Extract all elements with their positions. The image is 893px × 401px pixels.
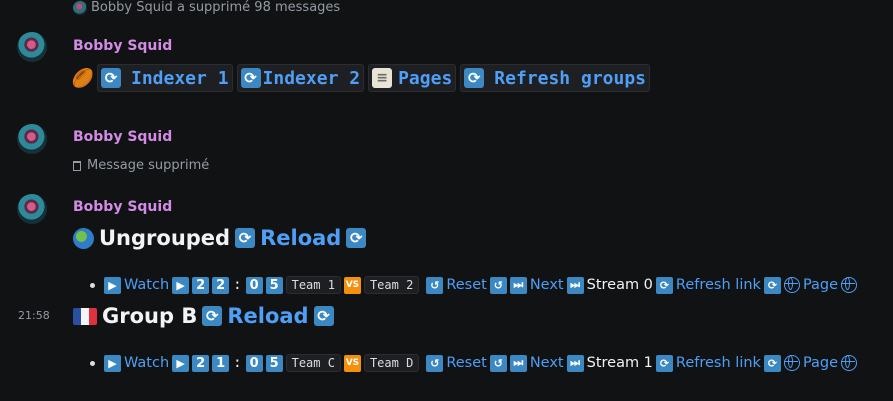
avatar[interactable] bbox=[17, 124, 47, 154]
refresh-link[interactable]: Refresh link bbox=[676, 277, 761, 293]
play-icon: ▶ bbox=[172, 276, 190, 294]
time-digit: 0 bbox=[245, 354, 263, 372]
match-line: ▶ Watch ▶ 2 1 : 0 5 Team C VS Team D ↺ R… bbox=[90, 354, 858, 372]
stream-label: Stream 0 bbox=[586, 277, 653, 293]
author-name[interactable]: Bobby Squid bbox=[73, 199, 172, 215]
avatar[interactable] bbox=[17, 194, 47, 224]
refresh-groups-label: Refresh groups bbox=[494, 67, 646, 89]
time-digit: 5 bbox=[265, 354, 283, 372]
reload-link[interactable]: Reload bbox=[260, 226, 341, 250]
reload-link[interactable]: Reload bbox=[227, 304, 308, 328]
play-icon: ▶ bbox=[104, 354, 121, 372]
refresh-icon: ⟳ bbox=[101, 68, 121, 88]
next-track-icon: ⏭ bbox=[566, 354, 584, 372]
next-track-icon: ⏭ bbox=[509, 354, 527, 372]
indexer-2-button[interactable]: ⟳ Indexer 2 bbox=[236, 64, 365, 92]
next-link[interactable]: Next bbox=[530, 277, 564, 293]
return-arrow-icon: ↺ bbox=[489, 276, 507, 294]
time-digit: 2 bbox=[192, 354, 210, 372]
globe-icon bbox=[841, 355, 858, 371]
globe-icon bbox=[783, 355, 800, 371]
match-line: ▶ Watch ▶ 2 2 : 0 5 Team 1 VS Team 2 ↺ R… bbox=[90, 276, 858, 294]
list-bullet bbox=[90, 282, 95, 288]
system-message-text: Bobby Squid a supprimé 98 messages bbox=[91, 0, 341, 15]
time-digit: 5 bbox=[265, 276, 283, 294]
author-name[interactable]: Bobby Squid bbox=[73, 129, 172, 145]
author-name[interactable]: Bobby Squid bbox=[73, 38, 172, 54]
time-digit: 1 bbox=[212, 354, 230, 372]
refresh-icon: ⟳ bbox=[763, 276, 781, 294]
scroll-icon: ≡ bbox=[372, 68, 393, 88]
system-message: Bobby Squid a supprimé 98 messages bbox=[73, 0, 340, 15]
team-2: Team D bbox=[363, 354, 420, 372]
vs-icon: VS bbox=[343, 354, 361, 372]
message-timestamp: 21:58 bbox=[18, 309, 50, 322]
refresh-icon: ⟳ bbox=[464, 68, 485, 88]
list-bullet bbox=[90, 360, 95, 366]
deleted-message-text: Message supprimé bbox=[87, 158, 210, 173]
group-heading-group-b: Group B ⟳ Reload ⟳ bbox=[73, 304, 334, 328]
next-track-icon: ⏭ bbox=[509, 276, 527, 294]
reset-link[interactable]: Reset bbox=[446, 355, 487, 371]
time-digit: 0 bbox=[245, 276, 263, 294]
time-digit: 2 bbox=[212, 276, 230, 294]
refresh-icon: ⟳ bbox=[655, 276, 673, 294]
mini-avatar bbox=[73, 0, 87, 15]
vs-icon: VS bbox=[343, 276, 361, 294]
indexer-2-label: Indexer 2 bbox=[262, 67, 361, 89]
group-heading-ungrouped: Ungrouped ⟳ Reload ⟳ bbox=[73, 226, 367, 250]
refresh-link[interactable]: Refresh link bbox=[676, 355, 761, 371]
return-arrow-icon: ↺ bbox=[426, 276, 444, 294]
refresh-icon: ⟳ bbox=[763, 354, 781, 372]
return-arrow-icon: ↺ bbox=[426, 354, 444, 372]
refresh-icon: ⟳ bbox=[240, 68, 261, 88]
play-icon: ▶ bbox=[104, 276, 121, 294]
globe-icon bbox=[841, 277, 858, 293]
next-track-icon: ⏭ bbox=[566, 276, 584, 294]
group-title: Ungrouped bbox=[99, 226, 231, 250]
refresh-groups-button[interactable]: ⟳ Refresh groups bbox=[460, 64, 650, 92]
refresh-icon: ⟳ bbox=[346, 228, 367, 248]
deleted-message: Message supprimé bbox=[73, 158, 209, 173]
page-link[interactable]: Page bbox=[803, 277, 838, 293]
next-link[interactable]: Next bbox=[530, 355, 564, 371]
globe-icon bbox=[73, 227, 94, 249]
time-colon: : bbox=[233, 277, 242, 293]
indexer-1-button[interactable]: ⟳ Indexer 1 bbox=[97, 64, 233, 92]
indexer-1-label: Indexer 1 bbox=[131, 67, 229, 89]
team-2: Team 2 bbox=[363, 276, 420, 294]
time-colon: : bbox=[233, 355, 242, 371]
play-icon: ▶ bbox=[172, 354, 190, 372]
trash-icon bbox=[73, 160, 81, 171]
watch-link[interactable]: Watch bbox=[124, 277, 169, 293]
team-1: Team C bbox=[285, 354, 341, 372]
rugby-ball-icon: 🏉 bbox=[71, 67, 95, 89]
refresh-icon: ⟳ bbox=[655, 354, 673, 372]
refresh-icon: ⟳ bbox=[235, 228, 256, 248]
stream-label: Stream 1 bbox=[586, 355, 653, 371]
return-arrow-icon: ↺ bbox=[489, 354, 507, 372]
refresh-icon: ⟳ bbox=[313, 306, 334, 326]
team-1: Team 1 bbox=[285, 276, 341, 294]
pages-label: Pages bbox=[398, 67, 453, 89]
group-title: Group B bbox=[102, 304, 198, 328]
globe-icon bbox=[783, 277, 800, 293]
avatar[interactable] bbox=[17, 32, 47, 62]
message-button-row: 🏉 ⟳ Indexer 1 ⟳ Indexer 2 ≡ Pages ⟳ Refr… bbox=[71, 64, 650, 92]
reset-link[interactable]: Reset bbox=[446, 277, 487, 293]
time-digit: 2 bbox=[192, 276, 210, 294]
pages-button[interactable]: ≡ Pages bbox=[368, 64, 457, 92]
france-flag-icon bbox=[73, 307, 97, 325]
refresh-icon: ⟳ bbox=[202, 306, 223, 326]
page-link[interactable]: Page bbox=[803, 355, 838, 371]
watch-link[interactable]: Watch bbox=[124, 355, 169, 371]
